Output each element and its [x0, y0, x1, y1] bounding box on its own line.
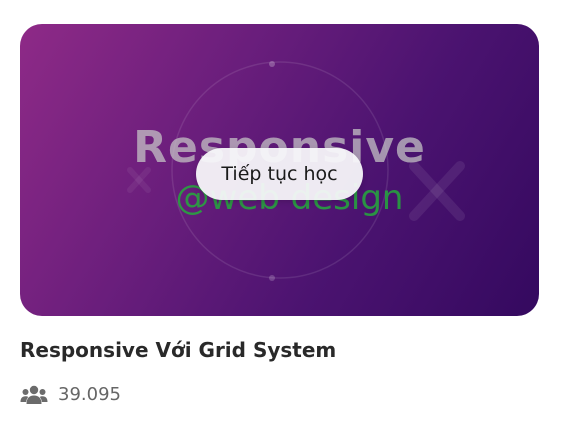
users-icon — [20, 385, 48, 405]
learner-stats: 39.095 — [20, 384, 121, 405]
learner-count: 39.095 — [58, 384, 121, 405]
course-card: Responsive @web design Tiếp tục học Resp… — [20, 24, 539, 405]
course-title[interactable]: Responsive Với Grid System — [20, 338, 336, 362]
continue-learning-button[interactable]: Tiếp tục học — [196, 148, 363, 200]
course-thumbnail[interactable]: Responsive @web design Tiếp tục học — [20, 24, 539, 316]
